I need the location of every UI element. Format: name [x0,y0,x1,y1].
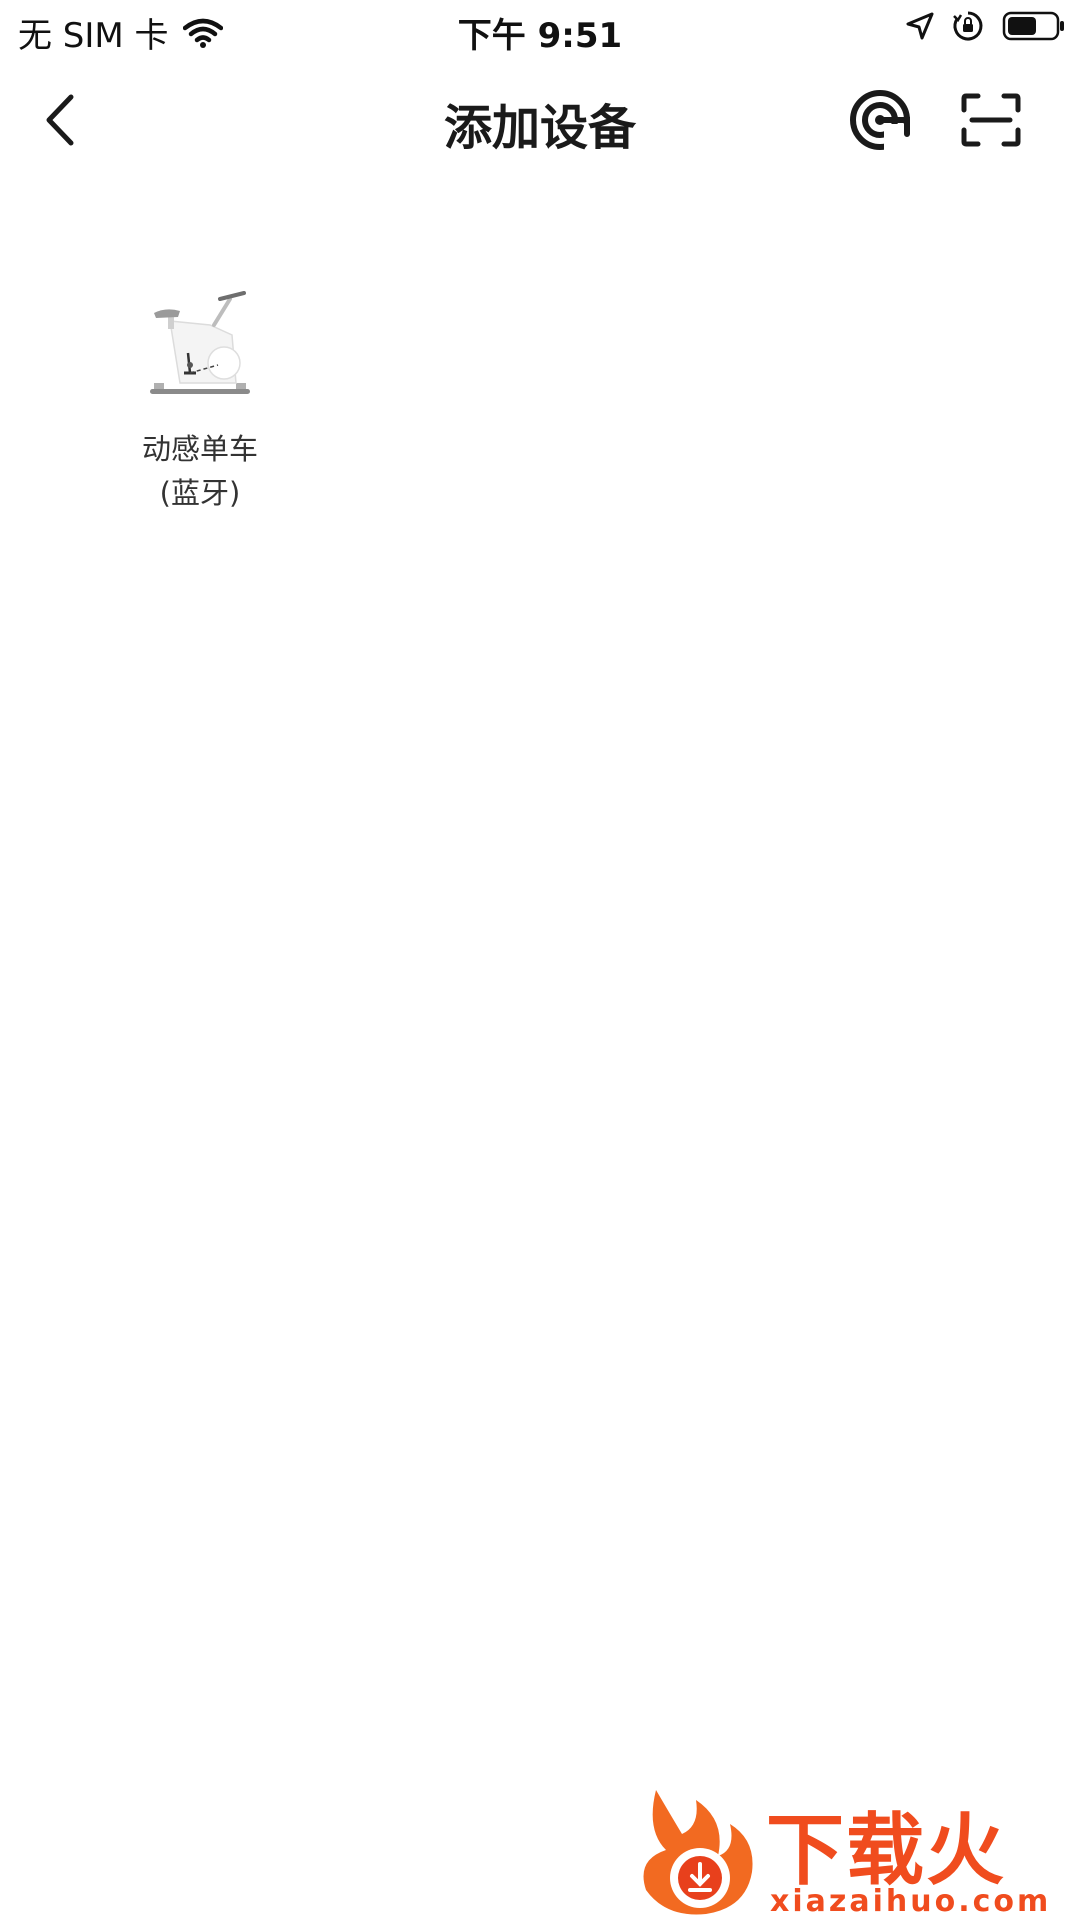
status-bar: 无 SIM 卡 下午 9:51 [0,0,1080,60]
location-arrow-icon [906,12,934,40]
battery-icon [1002,11,1064,41]
scan-icon[interactable] [960,92,1022,148]
watermark-domain: xiazaihuo.com [770,1884,1052,1919]
nav-bar: 添加设备 [0,70,1080,170]
device-name-line2: (蓝牙) [159,476,241,510]
device-name: 动感单车 (蓝牙) [120,427,280,515]
watermark-logo: 下载火 xiazaihuo.com [636,1780,1076,1920]
radar-icon[interactable] [848,88,912,152]
page-title: 添加设备 [443,100,636,156]
flame-logo-icon [643,1790,753,1915]
rotation-lock-icon [953,11,983,41]
device-name-line1: 动感单车 [141,432,258,466]
device-item-spin-bike[interactable]: 动感单车 (蓝牙) [120,285,280,515]
spin-bike-image [150,291,250,394]
status-right [906,10,1066,42]
